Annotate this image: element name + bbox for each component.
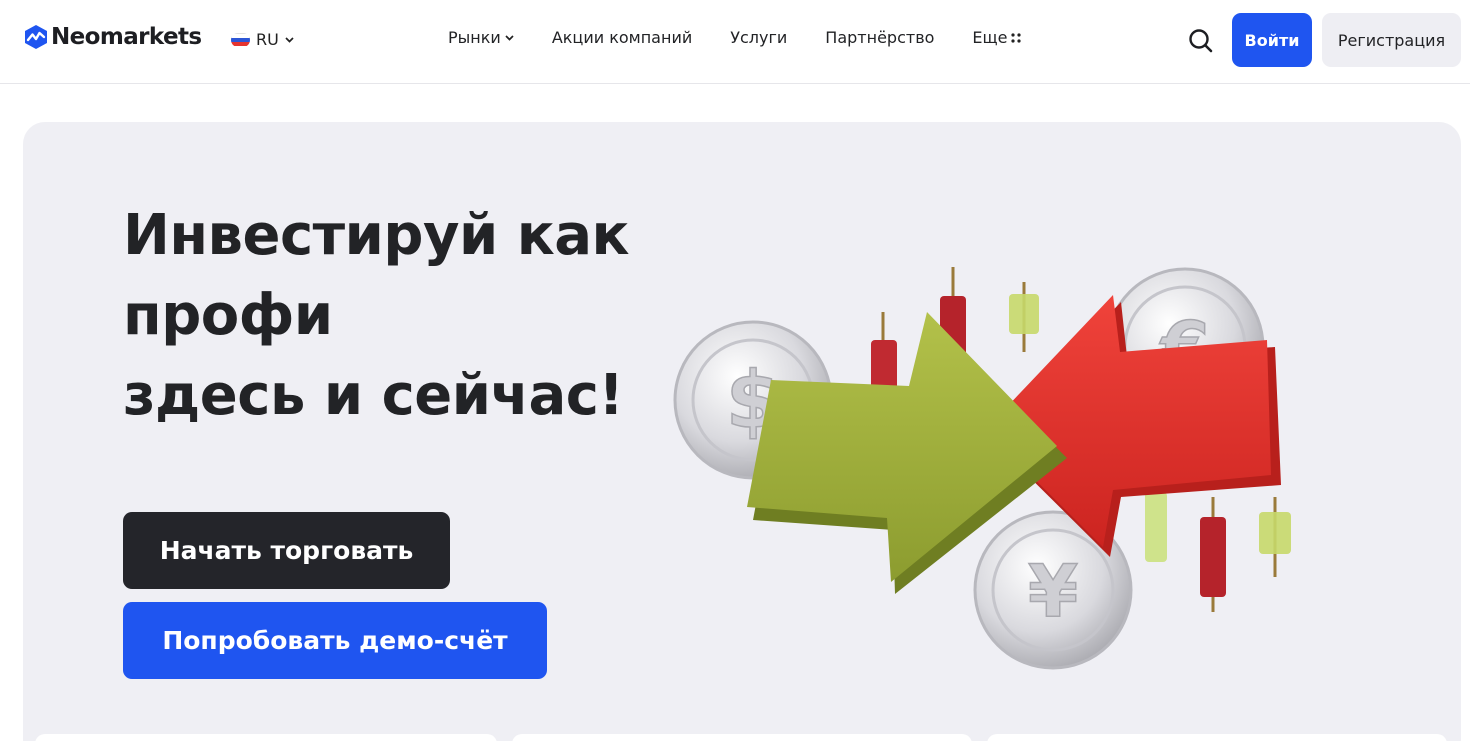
language-label: RU	[256, 30, 279, 49]
nav-markets[interactable]: Рынки	[448, 28, 514, 47]
hero-title: Инвестируй как профи здесь и сейчас!	[123, 196, 630, 436]
nav-company-shares[interactable]: Акции компаний	[552, 28, 692, 47]
try-demo-button[interactable]: Попробовать демо-счёт	[123, 602, 547, 679]
russia-flag-icon	[231, 32, 250, 47]
dots-grid-icon	[1011, 32, 1022, 43]
card[interactable]	[987, 734, 1447, 741]
hero-banner: Инвестируй как профи здесь и сейчас! Нач…	[23, 122, 1461, 741]
chevron-down-icon	[285, 36, 294, 43]
nav-partnership[interactable]: Партнёрство	[825, 28, 934, 47]
nav-more-label: Еще	[972, 28, 1008, 47]
start-trading-button[interactable]: Начать торговать	[123, 512, 450, 589]
register-button[interactable]: Регистрация	[1322, 13, 1461, 67]
nav-services-label: Услуги	[730, 28, 788, 47]
search-icon	[1189, 29, 1213, 53]
trading-illustration: $ € ¥	[673, 267, 1291, 670]
hero-title-line: профи	[123, 283, 333, 348]
login-button[interactable]: Войти	[1232, 13, 1312, 67]
logo-text: Neomarkets	[51, 24, 202, 50]
main-nav: Рынки Акции компаний Услуги Партнёрство …	[448, 28, 1022, 47]
hero-title-line: здесь и сейчас!	[123, 363, 624, 428]
card[interactable]	[35, 734, 497, 741]
nav-partnership-label: Партнёрство	[825, 28, 935, 47]
svg-text:¥: ¥	[1028, 549, 1078, 633]
logo-icon	[25, 25, 47, 49]
card[interactable]	[512, 734, 972, 741]
site-header: Neomarkets RU Рынки Акции компаний Услуг…	[0, 0, 1470, 84]
search-button[interactable]	[1186, 26, 1216, 56]
neomarkets-logo[interactable]: Neomarkets	[24, 24, 202, 50]
chevron-down-icon	[505, 34, 514, 41]
language-selector[interactable]: RU	[231, 30, 294, 49]
hero-title-line: Инвестируй как	[123, 203, 630, 268]
nav-more[interactable]: Еще	[972, 28, 1022, 47]
nav-company-shares-label: Акции компаний	[551, 28, 693, 47]
nav-services[interactable]: Услуги	[730, 28, 787, 47]
cards-peek	[0, 734, 1470, 741]
nav-markets-label: Рынки	[448, 28, 501, 47]
